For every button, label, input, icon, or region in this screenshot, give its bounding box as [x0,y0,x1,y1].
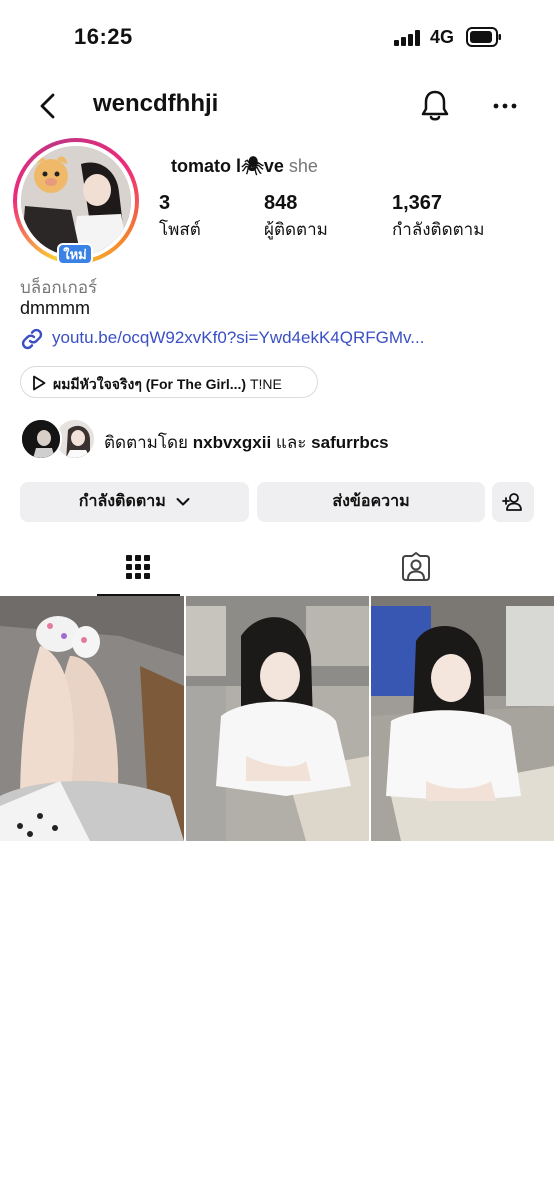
stat-following-value: 1,367 [392,192,443,214]
status-time: 16:25 [74,24,133,49]
post-thumbnail-1[interactable] [0,596,184,841]
followed-by-text: ติดตามโดย nxbvxgxii และ safurrbcs [104,429,389,456]
followed-by[interactable]: ติดตามโดย nxbvxgxii และ safurrbcs [20,418,540,460]
stat-posts[interactable]: 3 โพสต์ [159,192,201,243]
signal-icon [394,30,422,46]
back-icon[interactable] [34,90,64,122]
stat-followers[interactable]: 848 ผู้ติดตาม [264,192,328,243]
pronoun-text: she [288,156,318,176]
grid-icon [126,555,150,579]
battery-icon [466,27,501,47]
profile-category: บล็อกเกอร์ [20,278,98,297]
stat-posts-label: โพสต์ [159,220,201,239]
music-artist: T!NE [249,376,282,392]
profile-header: wencdfhhji [0,80,554,132]
status-bar: 16:25 4G [0,0,554,74]
post-thumbnail-3[interactable] [371,596,554,841]
suggest-people-button[interactable] [492,482,534,522]
link-icon [21,328,43,350]
stat-following-label: กำลังติดตาม [392,220,485,239]
bell-icon[interactable] [418,88,452,124]
followed-by-conj: และ [275,433,307,452]
stat-followers-value: 848 [264,192,298,214]
add-person-icon [502,493,522,511]
header-username: wencdfhhji [93,90,219,117]
play-icon [33,375,46,391]
followed-by-user-2: safurrbcs [311,433,389,452]
message-button-label: ส่งข้อความ [332,493,410,510]
post-thumbnail-2[interactable] [186,596,369,841]
chevron-down-icon [176,497,190,506]
display-name-text: tomato l🕷ve [171,156,284,176]
network-label: 4G [430,27,455,47]
music-info: ผมมีหัวใจจริงๆ (For The Girl...) T!NE [53,374,282,396]
stat-posts-value: 3 [159,192,171,214]
music-title: ผมมีหัวใจจริงๆ (For The Girl...) [53,376,247,392]
stat-following[interactable]: 1,367 กำลังติดตาม [392,192,484,243]
more-icon[interactable] [490,94,520,118]
stat-followers-label: ผู้ติดตาม [264,220,328,239]
tab-tagged[interactable] [374,540,457,596]
display-name: tomato l🕷ve she [171,156,318,177]
profile-tabs [0,540,554,596]
follower-avatar-1 [20,418,62,460]
avatar [21,146,131,256]
profile-link-text[interactable]: youtu.be/ocqW92xvKf0?si=Ywd4ekK4QRFGMv..… [52,328,424,348]
followed-by-prefix: ติดตามโดย [104,433,189,452]
following-button-label: กำลังติดตาม [78,493,166,510]
new-story-badge: ใหม่ [57,243,93,265]
profile-bio: dmmmm [20,298,90,318]
tagged-person-icon [402,552,430,581]
message-button[interactable]: ส่งข้อความ [257,482,485,522]
followed-by-user-1: nxbvxgxii [192,433,272,452]
following-button[interactable]: กำลังติดตาม [20,482,249,522]
tab-posts-grid[interactable] [97,540,180,596]
music-pill[interactable]: ผมมีหัวใจจริงๆ (For The Girl...) T!NE [20,366,318,398]
